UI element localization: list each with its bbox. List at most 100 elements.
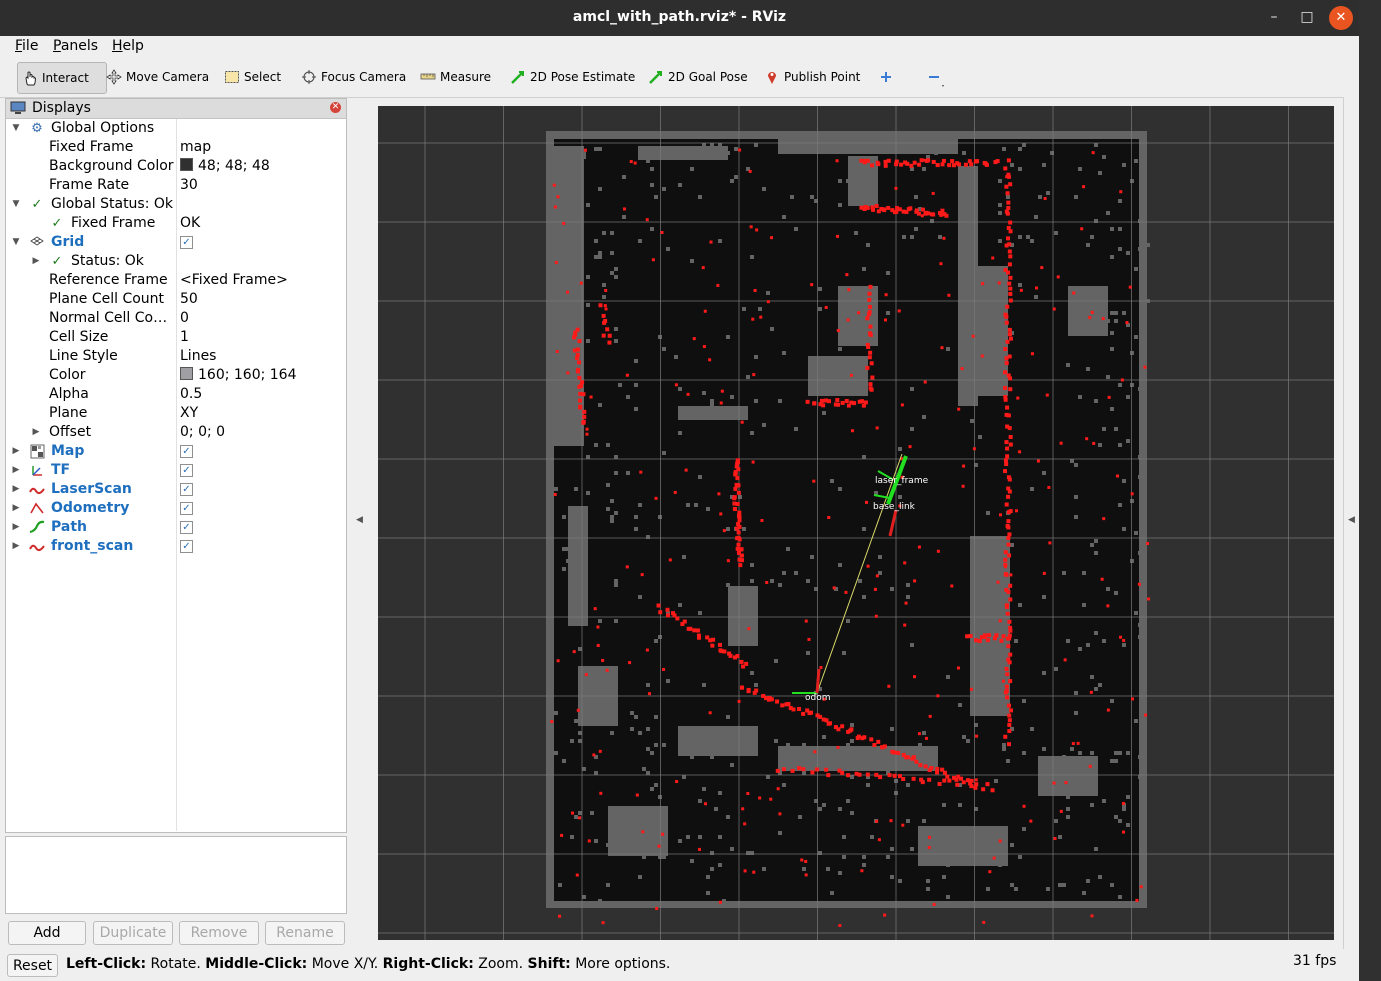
- map-cell: [662, 451, 666, 455]
- map-cell: [562, 547, 566, 551]
- add-display-button[interactable]: Add: [8, 921, 86, 945]
- grid-enabled-checkbox[interactable]: ✓: [180, 236, 193, 249]
- path-enabled-checkbox[interactable]: ✓: [180, 521, 193, 534]
- tree-row-status-fixed-frame[interactable]: ✓ Fixed Frame OK: [6, 214, 346, 233]
- panel-close-button[interactable]: ✕: [330, 102, 341, 113]
- expand-arrow-icon[interactable]: ▼: [11, 233, 21, 252]
- expand-arrow-icon[interactable]: ▶: [11, 480, 21, 499]
- map-cell: [1010, 163, 1014, 167]
- reset-button[interactable]: Reset: [7, 954, 58, 977]
- tree-row-tf[interactable]: ▶ TF ✓: [6, 461, 346, 480]
- map-cell: [942, 803, 946, 807]
- tool-select[interactable]: Select: [224, 62, 281, 92]
- expand-arrow-icon[interactable]: ▶: [11, 537, 21, 556]
- tree-row-reference-frame[interactable]: Reference Frame <Fixed Frame>: [6, 271, 346, 290]
- map-cell: [1002, 743, 1006, 747]
- tree-row-grid-status[interactable]: ▶ ✓ Status: Ok: [6, 252, 346, 271]
- rename-display-button[interactable]: Rename: [265, 921, 345, 945]
- viewport-canvas[interactable]: laser_frame base_link odom: [378, 106, 1334, 940]
- expand-arrow-icon[interactable]: ▶: [11, 461, 21, 480]
- front-scan-enabled-checkbox[interactable]: ✓: [180, 540, 193, 553]
- map-cell: [794, 751, 798, 755]
- tree-row-global-options[interactable]: ▼ ⚙ Global Options: [6, 119, 346, 138]
- map-cell: [1110, 227, 1114, 231]
- expand-arrow-icon[interactable]: ▶: [11, 442, 21, 461]
- tree-row-global-status[interactable]: ▼ ✓ Global Status: Ok: [6, 195, 346, 214]
- remove-tool-button[interactable]: [926, 62, 944, 92]
- expand-arrow-icon[interactable]: ▼: [11, 195, 21, 214]
- tree-row-grid[interactable]: ▼ Grid ✓: [6, 233, 346, 252]
- fixed-frame-value[interactable]: map: [180, 138, 211, 157]
- scan-point: [903, 623, 907, 627]
- map-cell: [810, 195, 814, 199]
- tree-row-laserscan[interactable]: ▶ LaserScan ✓: [6, 480, 346, 499]
- map-cell: [594, 839, 598, 843]
- tree-row-color[interactable]: Color 160; 160; 164: [6, 366, 346, 385]
- map-cell: [1114, 591, 1118, 595]
- expand-arrow-icon[interactable]: ▶: [11, 518, 21, 537]
- laserscan-enabled-checkbox[interactable]: ✓: [180, 483, 193, 496]
- minimize-button[interactable]: –: [1262, 6, 1286, 30]
- scan-point: [581, 419, 586, 424]
- map-cell: [726, 715, 730, 719]
- tree-row-plane[interactable]: Plane XY: [6, 404, 346, 423]
- scan-point: [722, 529, 726, 533]
- menu-help[interactable]: Help: [112, 38, 144, 54]
- map-cell: [698, 611, 702, 615]
- tree-row-frame-rate[interactable]: Frame Rate 30: [6, 176, 346, 195]
- menu-file[interactable]: File: [15, 38, 38, 54]
- close-button[interactable]: ✕: [1329, 6, 1353, 30]
- map-cell: [862, 863, 866, 867]
- tree-row-cell-size[interactable]: Cell Size 1: [6, 328, 346, 347]
- tree-row-path[interactable]: ▶ Path ✓: [6, 518, 346, 537]
- tree-row-fixed-frame[interactable]: Fixed Frame map: [6, 138, 346, 157]
- tree-row-plane-cell-count[interactable]: Plane Cell Count 50: [6, 290, 346, 309]
- tool-publish-point[interactable]: Publish Point: [764, 62, 860, 92]
- map-cell: [822, 411, 826, 415]
- tool-focus-camera[interactable]: Focus Camera: [301, 62, 406, 92]
- render-viewport[interactable]: laser_frame base_link odom: [378, 106, 1334, 940]
- tree-row-front-scan[interactable]: ▶ front_scan ✓: [6, 537, 346, 556]
- tool-2d-pose-estimate[interactable]: 2D Pose Estimate: [510, 62, 635, 92]
- maximize-button[interactable]: □: [1295, 6, 1319, 30]
- scan-point: [1100, 577, 1104, 581]
- map-cell: [1066, 807, 1070, 811]
- tool-measure[interactable]: Measure: [420, 62, 491, 92]
- scan-point: [558, 914, 562, 918]
- tree-row-normal-cell-count[interactable]: Normal Cell Co… 0: [6, 309, 346, 328]
- scan-point: [577, 339, 582, 344]
- expand-arrow-icon[interactable]: ▼: [11, 119, 21, 138]
- collapse-left-icon[interactable]: ◀: [356, 515, 363, 525]
- remove-display-button[interactable]: Remove: [179, 921, 259, 945]
- map-enabled-checkbox[interactable]: ✓: [180, 445, 193, 458]
- scan-point: [703, 802, 707, 806]
- tree-row-line-style[interactable]: Line Style Lines: [6, 347, 346, 366]
- duplicate-display-button[interactable]: Duplicate: [93, 921, 173, 945]
- map-cell: [838, 751, 842, 755]
- expand-arrow-icon[interactable]: ▶: [31, 423, 41, 442]
- tool-move-camera[interactable]: Move Camera: [106, 62, 209, 92]
- tree-row-odometry[interactable]: ▶ Odometry ✓: [6, 499, 346, 518]
- right-dock[interactable]: ◀: [1343, 97, 1359, 949]
- map-cell: [794, 571, 798, 575]
- tree-row-offset[interactable]: ▶ Offset 0; 0; 0: [6, 423, 346, 442]
- expand-arrow-icon[interactable]: ▶: [11, 499, 21, 518]
- tool-interact[interactable]: Interact: [17, 62, 107, 94]
- map-cell: [1106, 375, 1110, 379]
- tf-enabled-checkbox[interactable]: ✓: [180, 464, 193, 477]
- tree-row-background-color[interactable]: Background Color 48; 48; 48: [6, 157, 346, 176]
- collapse-right-icon[interactable]: ◀: [1348, 515, 1355, 525]
- scan-point: [920, 214, 924, 218]
- map-cell: [1122, 527, 1126, 531]
- scan-point: [846, 773, 851, 778]
- scan-point: [1008, 298, 1013, 303]
- tree-row-map[interactable]: ▶ Map ✓: [6, 442, 346, 461]
- odometry-enabled-checkbox[interactable]: ✓: [180, 502, 193, 515]
- tool-2d-goal-pose[interactable]: 2D Goal Pose: [648, 62, 748, 92]
- tree-row-alpha[interactable]: Alpha 0.5: [6, 385, 346, 404]
- menu-panels[interactable]: Panels: [53, 38, 98, 54]
- add-tool-button[interactable]: [878, 62, 894, 92]
- expand-arrow-icon[interactable]: ▶: [31, 252, 41, 271]
- left-splitter[interactable]: ◀: [352, 97, 363, 949]
- map-cell: [1058, 835, 1062, 839]
